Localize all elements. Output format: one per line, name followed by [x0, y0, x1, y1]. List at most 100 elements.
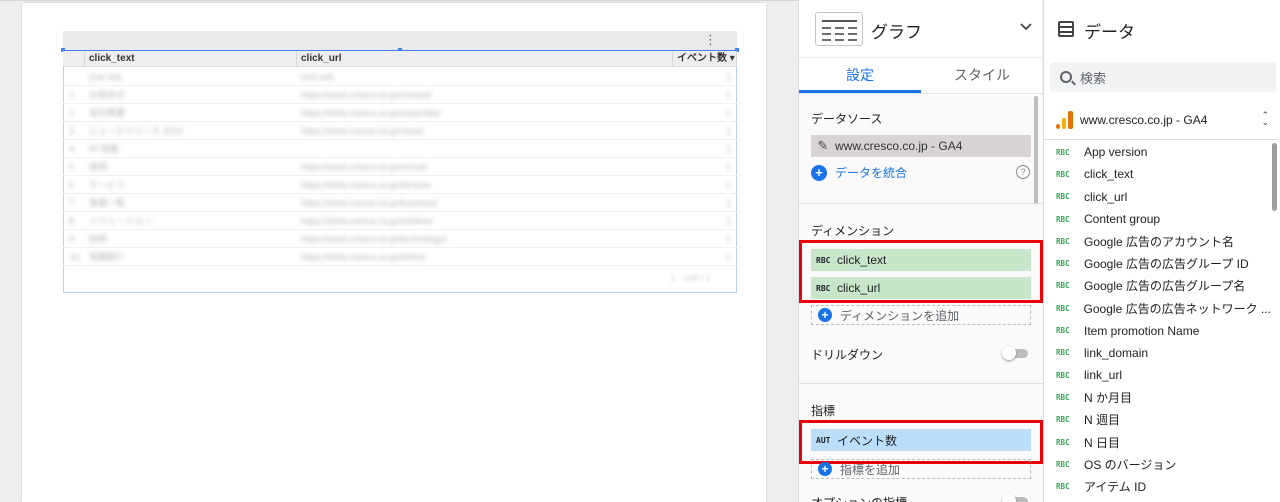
highlight-box-metric — [799, 420, 1043, 464]
field-label: Google 広告の広告グループ名 — [1084, 279, 1246, 294]
field-item[interactable]: RBC OS のバージョン — [1044, 453, 1270, 475]
data-panel-icon — [1058, 21, 1074, 37]
row-index: 6. — [69, 179, 77, 190]
table-row[interactable]: 9. 技術 https://www.cresco.co.jp/technology/… — [63, 230, 737, 248]
toggle-icon — [1002, 346, 1016, 360]
chevron-down-icon[interactable] — [1019, 20, 1033, 34]
table-row[interactable]: 7. 事業一覧 https://www.cresco.co.jp/business/… — [63, 194, 737, 212]
field-label: N か月目 — [1084, 390, 1133, 405]
properties-panel: グラフ 設定 スタイル データソース ✎ www.cresco.co.jp - … — [798, 0, 1043, 502]
field-item[interactable]: RBC Item promotion Name — [1044, 319, 1270, 341]
toggle-icon — [1002, 494, 1016, 502]
add-dimension-button[interactable]: + ディメンションを追加 — [811, 305, 1031, 325]
cell-click-url: https://www.cresco.co.jp/recruit/ — [301, 161, 428, 172]
field-list: RBC App version RBC click_text RBC click_url R… — [1044, 141, 1270, 502]
field-item[interactable]: RBC アイテム ID — [1044, 475, 1270, 497]
optional-metrics-toggle[interactable] — [1002, 494, 1028, 502]
table-chart-icon[interactable] — [815, 12, 863, 46]
cell-click-text: 実績紹介 — [89, 252, 126, 262]
plus-circle-icon: + — [818, 462, 832, 476]
field-item[interactable]: RBC link_domain — [1044, 342, 1270, 364]
field-item[interactable]: RBC N 日目 — [1044, 431, 1270, 453]
cell-click-text: 会社概要 — [89, 108, 126, 118]
field-item[interactable]: RBC click_url — [1044, 186, 1270, 208]
pencil-icon[interactable]: ✎ — [811, 138, 835, 154]
field-label: Google 広告の広告ネットワーク ... — [1083, 301, 1270, 316]
field-item[interactable]: RBC App version — [1044, 141, 1270, 163]
divider — [799, 383, 1043, 384]
tab-style[interactable]: スタイル — [921, 58, 1043, 93]
field-item[interactable]: RBC click_text — [1044, 163, 1270, 185]
drilldown-toggle[interactable] — [1002, 346, 1028, 360]
search-input[interactable]: 検索 — [1050, 62, 1276, 92]
tab-setup[interactable]: 設定 — [799, 58, 921, 93]
more-options-icon[interactable]: ⋮ — [704, 33, 717, 47]
cell-event-count: 1 — [725, 197, 731, 208]
field-item[interactable]: RBC Content group — [1044, 208, 1270, 230]
table-row[interactable]: 2. 会社概要 https://www.cresco.co.jp/corporate… — [63, 104, 737, 122]
sort-indicator-icon: ▾ — [729, 53, 735, 64]
table-body: (not set) (not set) 1 1. お問合せ https://www.cre… — [63, 68, 737, 266]
field-label: OS のバージョン — [1084, 457, 1177, 472]
table-pager[interactable]: 1 - 100 / 1 — [670, 273, 711, 283]
optional-metrics-label: オプションの指標 — [811, 494, 907, 502]
table-row[interactable]: (not set) (not set) 1 — [63, 68, 737, 86]
field-label: App version — [1084, 145, 1148, 160]
chevron-updown-icon[interactable]: ⌃ ⌄ — [1261, 111, 1269, 127]
table-row[interactable]: 4. IR 情報 1 — [63, 140, 737, 158]
cell-event-count: 1 — [725, 179, 731, 190]
report-page: ⋮ click_text click_url イベント数 ▾ (not set)… — [22, 3, 766, 502]
header-click-text[interactable]: click_text — [85, 51, 297, 66]
field-item[interactable]: RBC Google 広告のアカウント名 — [1044, 230, 1270, 252]
properties-scrollbar[interactable] — [1034, 96, 1038, 204]
search-icon — [1060, 71, 1072, 83]
row-index: 10. — [69, 251, 82, 262]
field-type-tag: RBC — [1056, 147, 1070, 157]
search-placeholder: 検索 — [1080, 70, 1107, 86]
cell-click-text: 採用 — [89, 162, 108, 172]
field-item[interactable]: RBC N か月目 — [1044, 386, 1270, 408]
highlight-box-dimension — [799, 240, 1043, 303]
cell-click-text: お問合せ — [89, 90, 126, 100]
table-row[interactable]: 3. ニュースリリース 2024 https://www.cresco.co.jp/… — [63, 122, 737, 140]
add-metric-button[interactable]: + 指標を追加 — [811, 459, 1031, 479]
datasource-field[interactable]: ✎ www.cresco.co.jp - GA4 — [811, 135, 1031, 157]
field-item[interactable]: RBC link_url — [1044, 364, 1270, 386]
row-index: 5. — [69, 161, 77, 172]
help-icon[interactable]: ? — [1016, 165, 1030, 179]
blend-data-button[interactable]: + データを統合 — [811, 164, 907, 181]
header-event-count[interactable]: イベント数 ▾ — [673, 51, 737, 66]
cell-click-url: https://www.cresco.co.jp/service/ — [301, 179, 432, 190]
data-source-name: www.cresco.co.jp - GA4 — [1080, 112, 1208, 127]
table-row[interactable]: 10. 実績紹介 https://www.cresco.co.jp/works/1 — [63, 248, 737, 266]
field-item[interactable]: RBCアイテムプロモーション ID — [1044, 498, 1270, 502]
properties-header: グラフ — [799, 0, 1043, 58]
cell-event-count: 1 — [725, 71, 731, 82]
table-row[interactable]: 1. お問合せ https://www.cresco.co.jp/contact/1 — [63, 86, 737, 104]
cell-event-count: 1 — [725, 107, 731, 118]
data-panel-header: データ — [1044, 0, 1280, 58]
header-click-url[interactable]: click_url — [297, 51, 673, 66]
cell-click-text: 技術 — [89, 234, 108, 244]
data-panel: データ 検索 www.cresco.co.jp - GA4 ⌃ ⌄ RBC App … — [1043, 0, 1280, 502]
table-row[interactable]: 6. サービス https://www.cresco.co.jp/service/1 — [63, 176, 737, 194]
field-type-tag: RBC — [1056, 214, 1070, 224]
field-item[interactable]: RBC Google 広告の広告グループ名 — [1044, 275, 1270, 297]
data-source-selector[interactable]: www.cresco.co.jp - GA4 ⌃ ⌄ — [1044, 100, 1280, 140]
field-item[interactable]: RBC Google 広告の広告ネットワーク ... — [1044, 297, 1270, 319]
row-index: 1. — [69, 89, 77, 100]
field-list-scrollbar[interactable] — [1272, 143, 1277, 211]
drilldown-label: ドリルダウン — [811, 348, 884, 362]
field-item[interactable]: RBC N 週目 — [1044, 409, 1270, 431]
table-row[interactable]: 5. 採用 https://www.cresco.co.jp/recruit/1 — [63, 158, 737, 176]
cell-click-url: https://www.cresco.co.jp/business/ — [301, 197, 439, 208]
field-item[interactable]: RBC Google 広告の広告グループ ID — [1044, 252, 1270, 274]
table-row[interactable]: 8. ソリューション https://www.cresco.co.jp/soluti… — [63, 212, 737, 230]
field-label: N 週目 — [1084, 413, 1121, 428]
field-type-tag: RBC — [1056, 437, 1070, 447]
cell-event-count: 1 — [725, 143, 731, 154]
metric-title: 指標 — [811, 404, 836, 418]
table-chart[interactable]: ⋮ click_text click_url イベント数 ▾ (not set)… — [61, 31, 739, 293]
field-type-tag: RBC — [1056, 192, 1070, 202]
field-label: Content group — [1084, 212, 1161, 227]
